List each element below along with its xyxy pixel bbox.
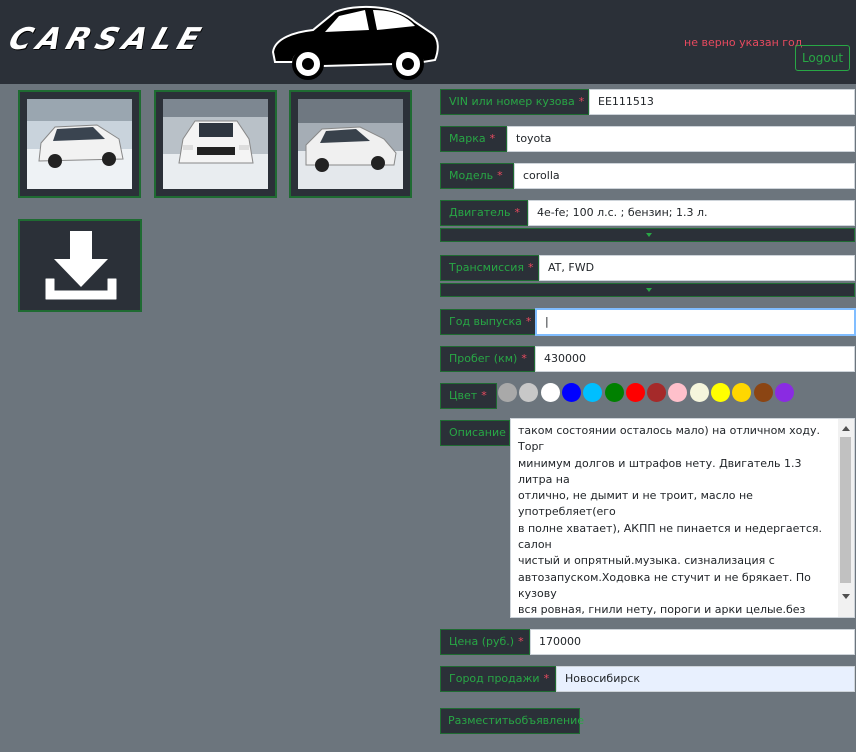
car-photo-image [298, 99, 403, 189]
logo-text: CARSALE [4, 22, 211, 57]
car-photo-image [163, 99, 268, 189]
description-line: минимум долгов и штрафов нету. Двигатель… [518, 456, 802, 486]
year-input[interactable]: | [536, 309, 855, 335]
color-swatch[interactable] [625, 383, 645, 402]
color-swatch[interactable] [753, 383, 773, 402]
description-textarea[interactable]: таком состоянии осталось мало) на отличн… [510, 418, 855, 618]
color-swatch[interactable] [689, 383, 709, 402]
color-swatch[interactable] [540, 383, 560, 402]
color-label: Цвет * [440, 383, 497, 409]
car-photo-3[interactable] [289, 90, 412, 198]
caret-down-icon [646, 288, 652, 292]
engine-input[interactable]: 4e-fe; 100 л.с. ; бензин; 1.3 л. [528, 200, 855, 226]
color-swatch[interactable] [498, 383, 517, 402]
mileage-label: Пробег (км) * [440, 346, 535, 372]
transmission-input[interactable]: AT, FWD [539, 255, 855, 281]
description-line: автозапуском.Ходовка не стучит и не бряк… [518, 570, 811, 600]
vin-label: VIN или номер кузова * [440, 89, 589, 115]
scroll-down-icon[interactable] [842, 594, 850, 599]
description-text: таком состоянии осталось мало) на отличн… [518, 423, 836, 617]
car-photo-2[interactable] [154, 90, 277, 198]
description-line: чистый и опрятный.музыка. сизнализация с [518, 554, 775, 568]
description-line: вся ровная, гнили нету, пороги и арки це… [518, 603, 806, 617]
logo[interactable]: CARSALE [4, 4, 439, 80]
car-photo-image [27, 99, 132, 189]
engine-label: Двигатель * [440, 200, 528, 226]
color-swatch[interactable] [647, 383, 667, 402]
submit-ad-button[interactable]: Разместитьобъявление [440, 708, 584, 734]
transmission-dropdown-toggle[interactable] [440, 283, 855, 297]
color-swatch[interactable] [583, 383, 603, 402]
price-label: Цена (руб.) * [440, 629, 530, 655]
description-line: таком состоянии осталось мало) на отличн… [518, 424, 821, 454]
engine-dropdown-toggle[interactable] [440, 228, 855, 242]
color-swatch[interactable] [711, 383, 730, 402]
vin-input[interactable]: EE111513 [589, 89, 855, 115]
scroll-up-icon[interactable] [842, 426, 850, 431]
brand-input[interactable]: toyota [507, 126, 855, 152]
description-label: Описание [440, 420, 510, 446]
scrollbar-thumb[interactable] [840, 437, 851, 583]
caret-down-icon [646, 233, 652, 237]
transmission-label: Трансмиссия * [440, 255, 539, 281]
description-line: в полне хватает), АКПП не пинается и нед… [518, 521, 822, 552]
color-swatch[interactable] [668, 383, 688, 402]
color-swatch[interactable] [774, 383, 794, 402]
description-line: отлично, не дымит и не троит, масло не у… [518, 489, 753, 519]
description-scrollbar[interactable] [838, 419, 854, 617]
city-input[interactable]: Новосибирск [556, 666, 855, 692]
mileage-input[interactable]: 430000 [535, 346, 855, 372]
header: CARSALE не верно указан год Logout [0, 0, 856, 84]
color-swatch[interactable] [561, 383, 581, 402]
price-input[interactable]: 170000 [530, 629, 855, 655]
year-label: Год выпуска * [440, 309, 536, 335]
car-logo-icon [271, 5, 439, 80]
car-photo-1[interactable] [18, 90, 141, 198]
city-label: Город продажи * [440, 666, 556, 692]
model-input[interactable]: corolla [514, 163, 855, 189]
color-swatch[interactable] [732, 383, 752, 402]
color-swatch[interactable] [519, 383, 539, 402]
brand-label: Марка * [440, 126, 507, 152]
upload-photo-button[interactable] [18, 219, 142, 312]
year-error-message: не верно указан год [684, 36, 803, 49]
color-swatch[interactable] [604, 383, 624, 402]
download-icon [45, 231, 117, 300]
model-label: Модель * [440, 163, 514, 189]
logout-button[interactable]: Logout [795, 45, 850, 71]
